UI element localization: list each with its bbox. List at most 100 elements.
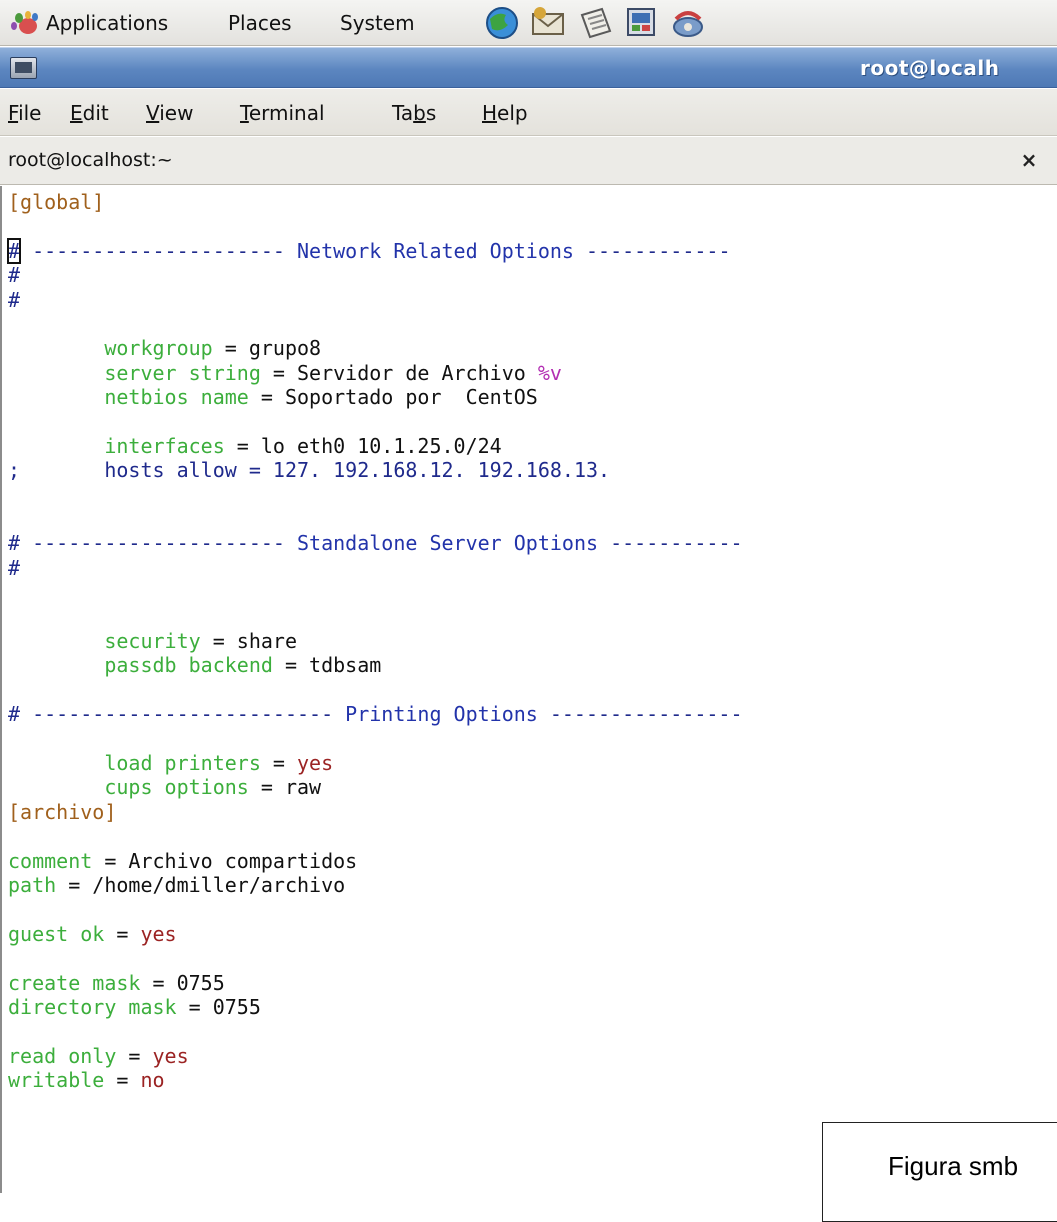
terminal-text: comment <box>8 848 93 873</box>
terminal-text: = <box>104 921 141 946</box>
menu-view[interactable]: View <box>146 101 193 125</box>
menubar: File Edit View Terminal Tabs Help <box>0 89 1057 136</box>
terminal-text: ---------------- <box>537 702 743 727</box>
terminal-line: comment = Archivo compartidos <box>8 849 1057 873</box>
terminal-text: interfaces <box>104 433 225 458</box>
terminal-text: Network Related Options <box>297 238 574 263</box>
terminal-line: netbios name = Soportado por CentOS <box>8 385 1057 409</box>
office-app-icon[interactable] <box>624 5 660 41</box>
terminal-line: server string = Servidor de Archivo %v <box>8 361 1057 385</box>
terminal-text: Printing Options <box>345 702 538 727</box>
panel-menu-applications[interactable]: Applications <box>46 11 168 35</box>
terminal-text: load printers <box>104 750 261 775</box>
terminal-line: # <box>8 556 1057 580</box>
terminal-text: = <box>104 1068 141 1093</box>
terminal-text: hosts allow = 127. 192.168.12. 192.168.1… <box>104 458 611 483</box>
terminal-line: # --------------------- Standalone Serve… <box>8 531 1057 555</box>
window-menu-button[interactable] <box>10 57 37 79</box>
terminal-text: netbios name <box>104 385 249 410</box>
menu-file[interactable]: File <box>8 101 41 125</box>
terminal-text: # <box>8 263 21 288</box>
terminal-text: no <box>140 1068 165 1093</box>
terminal-text: workgroup <box>104 336 213 361</box>
terminal-text: directory mask <box>8 994 177 1019</box>
terminal-text: guest ok <box>8 921 105 946</box>
menu-tabs[interactable]: Tabs <box>392 101 436 125</box>
terminal-text: # <box>6 237 22 264</box>
top-panel: Applications Places System <box>0 0 1057 46</box>
terminal-text: %v <box>537 360 562 385</box>
terminal-line: guest ok = yes <box>8 922 1057 946</box>
terminal-text: Standalone Server Options <box>297 531 599 556</box>
terminal-line: security = share <box>8 629 1057 653</box>
menu-edit[interactable]: Edit <box>70 101 109 125</box>
figure-caption: Figura smb <box>888 1151 1019 1181</box>
terminal-text: = 0755 <box>176 994 261 1019</box>
terminal-line: passdb backend = tdbsam <box>8 653 1057 677</box>
terminal-text: = <box>116 1043 153 1068</box>
terminal-text: = share <box>200 629 297 654</box>
panel-menu-places[interactable]: Places <box>228 11 292 35</box>
web-browser-icon[interactable] <box>484 5 520 41</box>
terminal-text: cups options <box>104 775 249 800</box>
terminal-text: # <box>8 531 21 556</box>
terminal-text: = grupo8 <box>212 336 322 361</box>
terminal-line: # --------------------- Network Related … <box>6 237 1057 264</box>
terminal-line: # ------------------------- Printing Opt… <box>8 702 1057 726</box>
terminal-output[interactable]: [global] # --------------------- Network … <box>0 186 1057 1193</box>
terminal-text: ----------- <box>598 531 743 556</box>
terminal-text: server string <box>104 360 261 385</box>
email-client-icon[interactable] <box>530 5 566 41</box>
terminal-text: [archivo] <box>8 799 117 824</box>
tab-label[interactable]: root@localhost:~ <box>8 149 173 171</box>
terminal-line: # <box>8 263 1057 287</box>
panel-menu-system[interactable]: System <box>340 11 415 35</box>
terminal-line: create mask = 0755 <box>8 971 1057 995</box>
terminal-text: yes <box>297 750 334 775</box>
window-titlebar[interactable]: root@localh <box>0 47 1057 88</box>
terminal-line: cups options = raw <box>8 775 1057 799</box>
terminal-text: = <box>260 750 297 775</box>
terminal-line: path = /home/dmiller/archivo <box>8 873 1057 897</box>
terminal-line: workgroup = grupo8 <box>8 336 1057 360</box>
terminal-text: = /home/dmiller/archivo <box>56 872 346 897</box>
menu-help[interactable]: Help <box>482 101 528 125</box>
terminal-line: [global] <box>8 190 1057 214</box>
menu-terminal[interactable]: Terminal <box>240 101 325 125</box>
terminal-text: ; <box>8 458 21 483</box>
terminal-text: = Servidor de Archivo <box>260 360 538 385</box>
terminal-line: read only = yes <box>8 1044 1057 1068</box>
terminal-text: = 0755 <box>140 970 225 995</box>
terminal-text: --------------------- <box>20 531 297 556</box>
terminal-text: = lo eth0 10.1.25.0/24 <box>224 433 502 458</box>
network-icon[interactable] <box>670 5 706 41</box>
terminal-line: [archivo] <box>8 800 1057 824</box>
terminal-text: # <box>8 555 21 580</box>
terminal-text: ------------------------- <box>20 702 346 727</box>
terminal-text: yes <box>152 1043 189 1068</box>
terminal-text: read only <box>8 1043 117 1068</box>
notes-icon[interactable] <box>578 5 614 41</box>
terminal-text: ------------ <box>573 238 731 263</box>
close-icon[interactable]: × <box>1016 147 1042 173</box>
gnome-foot-icon[interactable] <box>8 10 42 36</box>
terminal-text: passdb backend <box>104 653 273 678</box>
